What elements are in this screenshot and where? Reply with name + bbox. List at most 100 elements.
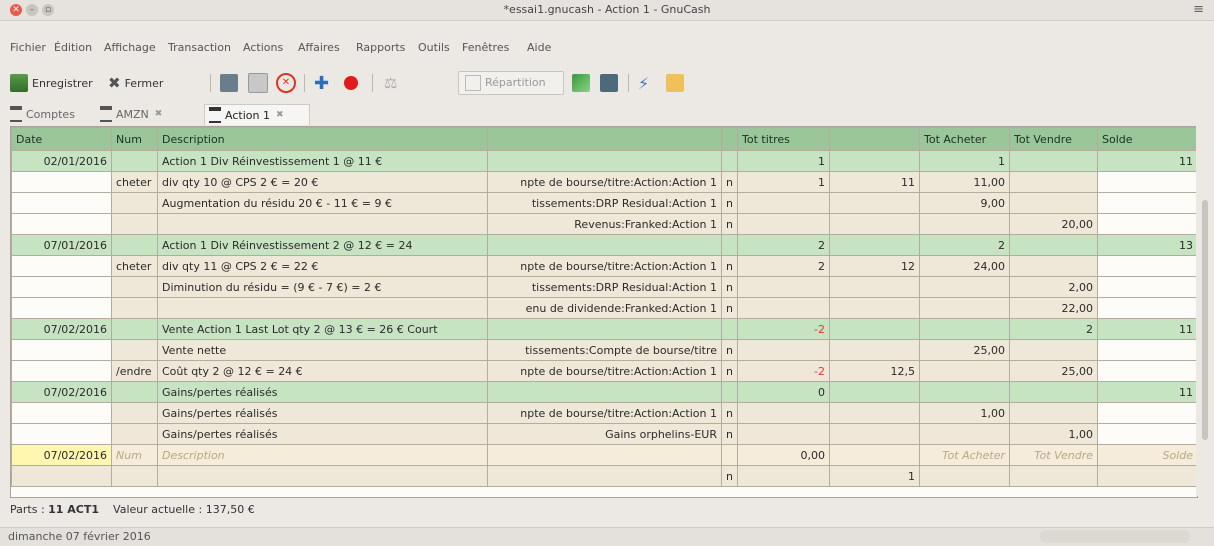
date-input[interactable]: 07/02/2016 bbox=[11, 444, 112, 466]
tot-acheter-cell[interactable] bbox=[919, 423, 1010, 445]
solde-cell[interactable] bbox=[1097, 339, 1197, 361]
solde-cell[interactable]: 13 bbox=[1097, 234, 1197, 256]
date-cell[interactable] bbox=[11, 423, 112, 445]
description-cell[interactable] bbox=[157, 297, 488, 319]
solde-cell[interactable]: 11 bbox=[1097, 318, 1197, 340]
tot-titres-cell[interactable] bbox=[737, 276, 830, 298]
delete-transaction-button[interactable]: ✕ bbox=[276, 72, 296, 94]
tot-vendre-cell[interactable] bbox=[1009, 234, 1098, 256]
reconcile-cell[interactable] bbox=[721, 381, 738, 403]
account-cell[interactable]: npte de bourse/titre:Action:Action 1 bbox=[487, 171, 722, 193]
price-cell[interactable] bbox=[829, 339, 920, 361]
account-cell[interactable]: tissements:DRP Residual:Action 1 bbox=[487, 192, 722, 214]
tot-acheter-cell[interactable] bbox=[919, 297, 1010, 319]
menu-rapports[interactable]: Rapports bbox=[356, 41, 405, 54]
reconcile-cell[interactable]: n bbox=[721, 297, 738, 319]
blank-split-cell[interactable] bbox=[1097, 465, 1197, 487]
tot-vendre-cell[interactable] bbox=[1009, 255, 1098, 277]
hamburger-menu-icon[interactable]: ≡ bbox=[1193, 2, 1204, 17]
description-cell[interactable]: Coût qty 2 @ 12 € = 24 € bbox=[157, 360, 488, 382]
menu-actions[interactable]: Actions bbox=[243, 41, 283, 54]
header-price[interactable] bbox=[829, 127, 920, 151]
tot-vendre-cell[interactable]: 1,00 bbox=[1009, 423, 1098, 445]
split-row[interactable]: Gains/pertes réalisés Gains orphelins-EUR… bbox=[11, 423, 1197, 445]
description-cell[interactable]: div qty 11 @ CPS 2 € = 22 € bbox=[157, 255, 488, 277]
price-cell[interactable]: 11 bbox=[829, 171, 920, 193]
header-tot-vendre[interactable]: Tot Vendre bbox=[1009, 127, 1098, 151]
tot-vendre-cell[interactable]: 2,00 bbox=[1009, 276, 1098, 298]
price-cell[interactable] bbox=[829, 234, 920, 256]
edit-transaction-button[interactable] bbox=[220, 72, 242, 94]
split-row[interactable]: Gains/pertes réalisés npte de bourse/titr… bbox=[11, 402, 1197, 424]
menu-aide[interactable]: Aide bbox=[527, 41, 551, 54]
account-cell[interactable] bbox=[487, 444, 722, 466]
blank-split-cell[interactable] bbox=[1009, 465, 1098, 487]
account-cell[interactable]: tissements:Compte de bourse/titre bbox=[487, 339, 722, 361]
tot-vendre-cell[interactable]: 22,00 bbox=[1009, 297, 1098, 319]
reconcile-cell[interactable]: n bbox=[721, 402, 738, 424]
tot-acheter-cell[interactable]: 25,00 bbox=[919, 339, 1010, 361]
reconcile-cell[interactable]: n bbox=[721, 255, 738, 277]
date-cell[interactable] bbox=[11, 297, 112, 319]
blank-split-cell[interactable] bbox=[11, 465, 112, 487]
description-input[interactable]: Description bbox=[157, 444, 488, 466]
tot-vendre-cell[interactable] bbox=[1009, 381, 1098, 403]
save-button[interactable]: Enregistrer bbox=[10, 72, 93, 94]
solde-cell[interactable] bbox=[1097, 423, 1197, 445]
price-cell[interactable]: 12 bbox=[829, 255, 920, 277]
duplicate-transaction-button[interactable] bbox=[248, 72, 272, 94]
num-cell[interactable]: cheter bbox=[111, 171, 158, 193]
header-tot-titres[interactable]: Tot titres bbox=[737, 127, 830, 151]
description-cell[interactable]: Gains/pertes réalisés bbox=[157, 381, 488, 403]
split-row[interactable]: Vente nette tissements:Compte de bourse/t… bbox=[11, 339, 1197, 361]
price-cell[interactable] bbox=[829, 318, 920, 340]
split-row[interactable]: enu de dividende:Franked:Action 1 n 22,00 bbox=[11, 297, 1197, 319]
jump-button[interactable] bbox=[572, 72, 594, 94]
tot-titres-cell[interactable]: 0 bbox=[737, 381, 830, 403]
blank-split-row[interactable]: n1 bbox=[11, 465, 1197, 487]
tot-vendre-cell[interactable]: 25,00 bbox=[1009, 360, 1098, 382]
reconcile-cell[interactable]: n bbox=[721, 276, 738, 298]
reconcile-cell[interactable]: n bbox=[721, 423, 738, 445]
price-cell[interactable] bbox=[829, 192, 920, 214]
price-cell[interactable] bbox=[829, 297, 920, 319]
scrollbar-thumb[interactable] bbox=[1202, 200, 1208, 440]
tot-titres-cell[interactable]: 2 bbox=[737, 234, 830, 256]
close-tab-icon[interactable]: ✖ bbox=[155, 109, 163, 119]
transaction-row[interactable]: 07/02/2016 Vente Action 1 Last Lot qty 2 … bbox=[11, 318, 1197, 340]
date-cell[interactable]: 07/01/2016 bbox=[11, 234, 112, 256]
date-cell[interactable] bbox=[11, 192, 112, 214]
tot-titres-cell[interactable] bbox=[737, 213, 830, 235]
date-cell[interactable] bbox=[11, 213, 112, 235]
tot-vendre-cell[interactable] bbox=[1009, 339, 1098, 361]
price-cell[interactable] bbox=[829, 276, 920, 298]
solde-cell[interactable] bbox=[1097, 402, 1197, 424]
description-cell[interactable]: Augmentation du résidu 20 € - 11 € = 9 € bbox=[157, 192, 488, 214]
tot-titres-cell[interactable] bbox=[737, 339, 830, 361]
split-row[interactable]: /endre Coût qty 2 @ 12 € = 24 € npte de bo… bbox=[11, 360, 1197, 382]
menu-edition[interactable]: Édition bbox=[54, 41, 92, 54]
header-description[interactable]: Description bbox=[157, 127, 488, 151]
header-num[interactable]: Num bbox=[111, 127, 158, 151]
reconcile-cell[interactable] bbox=[721, 150, 738, 172]
num-cell[interactable] bbox=[111, 381, 158, 403]
solde-cell[interactable] bbox=[1097, 255, 1197, 277]
date-cell[interactable]: 07/02/2016 bbox=[11, 381, 112, 403]
num-cell[interactable] bbox=[111, 402, 158, 424]
account-cell[interactable]: Gains orphelins-EUR bbox=[487, 423, 722, 445]
transaction-row[interactable]: 02/01/2016 Action 1 Div Réinvestissement … bbox=[11, 150, 1197, 172]
solde-cell[interactable] bbox=[1097, 276, 1197, 298]
account-cell[interactable] bbox=[487, 381, 722, 403]
description-cell[interactable] bbox=[157, 213, 488, 235]
tot-acheter-cell[interactable] bbox=[919, 213, 1010, 235]
tot-vendre-cell[interactable] bbox=[1009, 150, 1098, 172]
tot-vendre-input[interactable]: Tot Vendre bbox=[1009, 444, 1098, 466]
account-cell[interactable] bbox=[487, 318, 722, 340]
tot-vendre-cell[interactable] bbox=[1009, 192, 1098, 214]
tot-acheter-cell[interactable] bbox=[919, 276, 1010, 298]
transaction-row[interactable]: 07/01/2016 Action 1 Div Réinvestissement … bbox=[11, 234, 1197, 256]
date-cell[interactable] bbox=[11, 360, 112, 382]
tot-acheter-cell[interactable] bbox=[919, 381, 1010, 403]
split-row[interactable]: Revenus:Franked:Action 1 n 20,00 bbox=[11, 213, 1197, 235]
account-cell[interactable] bbox=[487, 234, 722, 256]
